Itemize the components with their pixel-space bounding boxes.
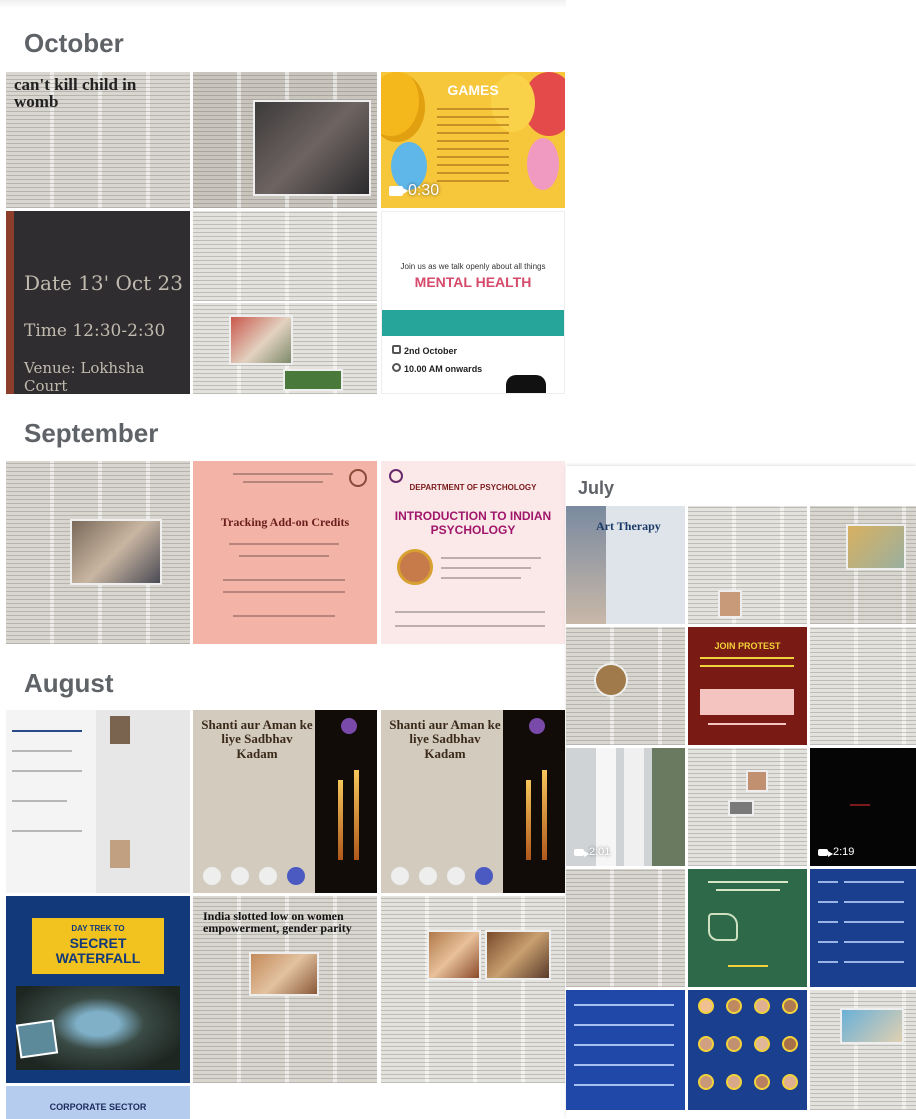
poster-title: MENTAL HEALTH (414, 274, 532, 290)
month-header-september: September (24, 418, 159, 448)
poster-header: GAMES (447, 82, 499, 98)
clock-icon (392, 363, 401, 372)
photo-thumbnail[interactable] (810, 990, 916, 1110)
photo-thumbnail[interactable]: CORPORATE SECTOR (6, 1086, 190, 1119)
poster-title: Tracking Add-on Credits (220, 515, 350, 529)
poster-date: 2nd October (404, 346, 458, 356)
article-title: Art Therapy (596, 519, 661, 533)
story-thumbnail[interactable]: Shanti aur Aman ke liye Sadbhav Kadam (381, 710, 565, 893)
photo-thumbnail[interactable] (193, 72, 377, 208)
newspaper-headline: India slotted low on women empowerment, … (203, 909, 352, 935)
photo-thumbnail[interactable] (6, 461, 190, 644)
newspaper-headline: can't kill child in womb (14, 75, 137, 111)
photo-thumbnail[interactable] (810, 506, 916, 624)
avatar (397, 549, 433, 585)
photo-thumbnail[interactable] (688, 869, 807, 987)
video-thumbnail[interactable]: GAMES 0:30 (381, 72, 565, 208)
photo-thumbnail[interactable] (193, 211, 377, 301)
video-duration: 2:01 (574, 846, 610, 858)
avatar (110, 716, 130, 744)
poster-title: JOIN PROTEST (714, 641, 781, 651)
month-header-july: July (578, 478, 615, 498)
poster-text: Join us as we talk openly about all thin… (400, 262, 546, 271)
video-duration: 0:30 (389, 182, 439, 200)
photo-thumbnail[interactable] (193, 303, 377, 394)
chalkboard-line: Venue: Lokhsha Court (24, 359, 145, 394)
photo-thumbnail[interactable]: DAY TREK TO SECRET WATERFALL (6, 896, 190, 1083)
photo-thumbnail[interactable] (688, 506, 807, 624)
photo-thumbnail[interactable] (566, 627, 685, 745)
photo-thumbnail[interactable] (810, 869, 916, 987)
video-camera-icon (574, 848, 589, 857)
photo-thumbnail[interactable] (566, 869, 685, 987)
photo-thumbnail[interactable]: Art Therapy (566, 506, 685, 624)
calendar-icon (392, 345, 401, 354)
month-header-august: August (24, 668, 114, 698)
poster-subtitle: DAY TREK TO (71, 924, 125, 933)
chalkboard-line: Time 12:30-2:30 (24, 321, 166, 341)
top-divider (0, 0, 566, 8)
gallery-panel-left: October can't kill child in womb GAMES 0… (0, 0, 566, 1119)
photo-thumbnail[interactable] (688, 990, 807, 1110)
video-thumbnail[interactable]: 2:01 (566, 748, 685, 866)
photo-thumbnail[interactable] (810, 627, 916, 745)
poster-title: CORPORATE SECTOR (49, 1102, 147, 1112)
poster-time: 10.00 AM onwards (404, 364, 483, 374)
college-logo-icon (389, 469, 403, 483)
poster-title: INTRODUCTION TO INDIAN PSYCHOLOGY (394, 509, 552, 538)
photo-thumbnail[interactable] (566, 990, 685, 1110)
photo-thumbnail[interactable]: can't kill child in womb (6, 72, 190, 208)
story-title: Shanti aur Aman ke liye Sadbhav Kadam (201, 717, 313, 761)
video-camera-icon (818, 848, 833, 857)
photo-thumbnail[interactable]: Join us as we talk openly about all thin… (381, 211, 565, 394)
story-title: Shanti aur Aman ke liye Sadbhav Kadam (389, 717, 501, 761)
video-camera-icon (389, 186, 408, 196)
photo-thumbnail[interactable]: Date 13' Oct 23 Time 12:30-2:30 Venue: L… (6, 211, 190, 394)
gallery-panel-right: July Art Therapy JOIN PROTEST 2:01 2:19 (566, 466, 916, 1119)
photo-thumbnail[interactable] (381, 896, 565, 1083)
photo-thumbnail[interactable] (688, 748, 807, 866)
photo-thumbnail[interactable]: DEPARTMENT OF PSYCHOLOGY INTRODUCTION TO… (381, 461, 565, 644)
story-thumbnail[interactable]: Shanti aur Aman ke liye Sadbhav Kadam (193, 710, 377, 893)
avatar (110, 840, 130, 868)
photo-thumbnail[interactable] (6, 710, 190, 893)
photo-thumbnail[interactable]: JOIN PROTEST (688, 627, 807, 745)
photo-thumbnail[interactable]: India slotted low on women empowerment, … (193, 896, 377, 1083)
month-header-october: October (24, 28, 124, 58)
chalkboard-line: Date 13' Oct 23 (24, 271, 183, 295)
poster-title: SECRET WATERFALL (55, 935, 141, 966)
college-logo-icon (349, 469, 367, 487)
video-thumbnail[interactable]: 2:19 (810, 748, 916, 866)
poster-dept: DEPARTMENT OF PSYCHOLOGY (409, 483, 537, 492)
photo-thumbnail[interactable]: Tracking Add-on Credits (193, 461, 377, 644)
video-duration: 2:19 (818, 846, 854, 858)
